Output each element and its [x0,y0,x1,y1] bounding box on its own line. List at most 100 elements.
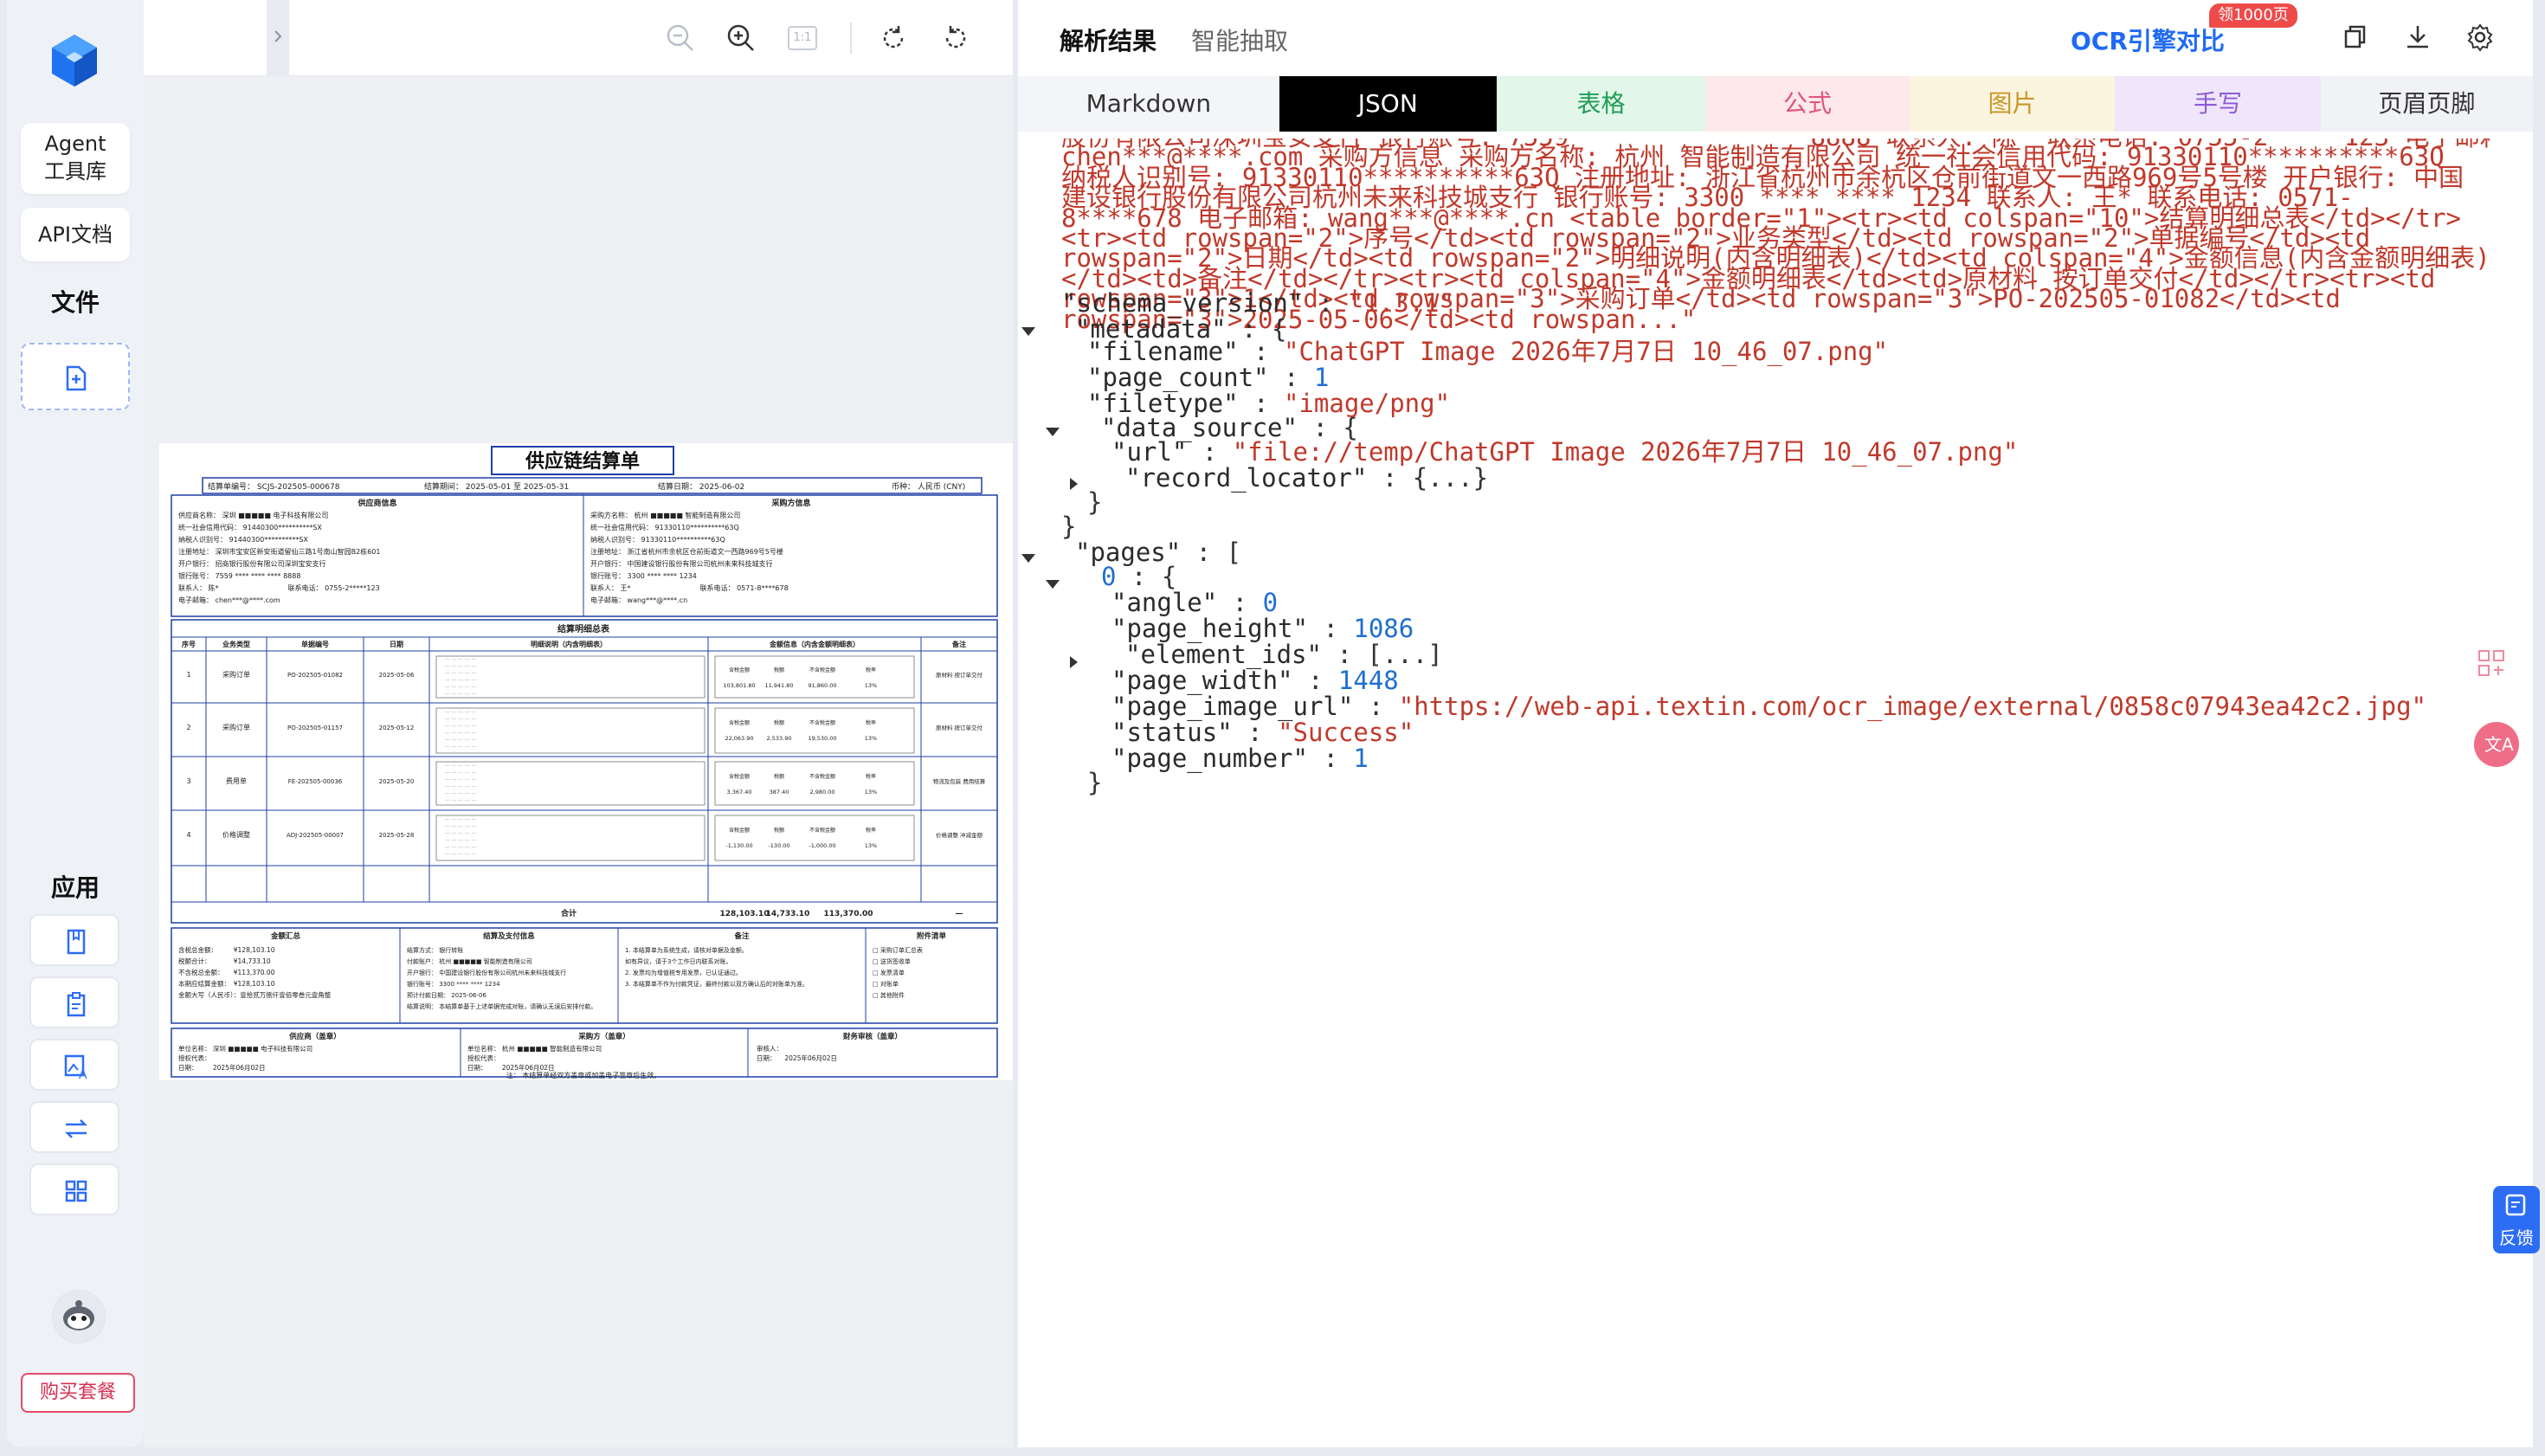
robot-avatar-icon[interactable] [52,1290,106,1343]
doc-detail-columns: 序号 业务类型 单据编号 日期 明细说明（内含明细表） 金额信息（内含金额明细表） 备注 [182,640,966,648]
doc-supplier-line: 注册地址： 深圳市宝安区新安街道留仙三路1号南山智园B2栋601 [178,547,380,556]
feedback-button[interactable]: 反馈 [2493,1186,2540,1253]
doc-amount-value: 387.40 [770,789,789,796]
doc-attach-line: □ 送货签收单 [873,957,911,965]
view-tab-页眉页脚[interactable]: 页眉页脚 [2320,76,2533,132]
api-docs-button[interactable]: API文档 [21,208,130,261]
document-page-preview[interactable]: 供应链结算单 结算单编号： SCJS-202505-000678 结算期间： 2… [159,443,1013,1080]
doc-sign-buyer-line: 单位名称： 杭州 ■■■■■ 智能制造有限公司 [467,1044,602,1053]
doc-row-note: 物流及包装 费用结算 [933,777,986,785]
doc-amount-head: 税率 [866,719,876,726]
image-text-icon[interactable]: A [29,1039,119,1091]
tab-parse-result[interactable]: 解析结果 [1060,23,1157,57]
json-viewer[interactable]: 股份有限公司深圳宝安支行 银行账号: 7559 **** **** **** 8… [1018,139,2490,1447]
doc-row-date: 2025-05-28 [379,832,415,839]
fit-1to1-icon[interactable]: 1:1 [788,26,817,50]
doc-sign-finance-line: 审核人： [757,1044,783,1053]
doc-row-index: 2 [186,724,190,731]
doc-supplier-line: 电子邮箱： chen***@****.com [178,596,280,604]
doc-detail-subline: ··· ··· ··· ··· ··· [445,791,476,797]
rotate-left-icon[interactable] [878,23,909,54]
view-tab-json[interactable]: JSON [1279,76,1497,132]
doc-supplier-line: 银行账号： 7559 **** **** **** 8888 [178,571,300,580]
doc-detail-subline: ··· ··· ··· ··· ··· [445,717,476,723]
app-logo-icon[interactable] [48,33,100,88]
doc-detail-subline: ··· ··· ··· ··· ··· [445,824,476,830]
doc-amount-value: -1,130.00 [725,842,752,849]
doc-sign-buyer-line: 日期： 2025年06月02日 [467,1063,555,1072]
doc-supplier-heading: 供应商信息 [357,498,396,508]
ocr-compare-link[interactable]: OCR引擎对比 [2071,23,2225,57]
expand-toggle-icon[interactable] [1070,478,1078,490]
doc-sign-supplier-line: 日期： 2025年06月02日 [178,1063,266,1072]
swap-icon[interactable] [29,1101,119,1153]
rotate-right-icon[interactable] [940,23,971,54]
doc-detail-subline: ··· ··· ··· ··· ··· [445,685,476,691]
viewer-toolbar: 1:1 [144,0,1013,76]
doc-attach-line: □ 发票清单 [873,969,905,976]
doc-row-index: 3 [186,777,190,785]
zoom-in-icon[interactable] [725,23,757,54]
view-tab-markdown[interactable]: Markdown [1018,76,1279,132]
view-tab-表格[interactable]: 表格 [1496,76,1706,132]
doc-row-number: ADJ-202505-00007 [287,832,344,839]
doc-sign-heading: 采购方（盖章） [577,1032,630,1041]
add-grid-icon[interactable] [2476,647,2507,679]
doc-amount-head: 税额 [774,827,784,834]
doc-column-header: 备注 [951,640,966,648]
doc-detail-subline: ··· ··· ··· ··· ··· [445,831,476,837]
doc-detail-subline: ··· ··· ··· ··· ··· [445,777,476,783]
view-tab-手写[interactable]: 手写 [2115,76,2321,132]
collapse-toggle-icon[interactable] [1046,428,1060,436]
doc-period: 结算期间： 2025-05-01 至 2025-05-31 [424,481,569,492]
doc-detail-subline: ··· ··· ··· ··· ··· [445,738,476,744]
expand-toggle-icon[interactable] [1070,656,1078,668]
doc-sign-heading: 供应商（盖章） [288,1032,341,1041]
tab-smart-extract[interactable]: 智能抽取 [1191,23,1288,57]
doc-pay-line: 结算说明： 本结算单基于上述单据完成对账，请确认无误后安排付款。 [407,1002,596,1010]
settings-gear-icon[interactable] [2465,23,2495,52]
doc-detail-subline: ··· ··· ··· ··· ··· [445,731,476,737]
clipboard-icon[interactable] [29,976,119,1028]
doc-amount-head: 不含税金额 [809,667,835,673]
doc-amount-head: 税额 [774,667,784,673]
doc-buyer-line: 纳税人识别号： 91330110**********63Q [590,535,725,544]
doc-amount-value: -130.00 [768,842,789,849]
doc-remark-line: 2. 发票均为增值税专用发票，已认证通过。 [625,969,742,976]
apps-heading: 应用 [50,873,100,902]
view-tab-公式[interactable]: 公式 [1705,76,1910,132]
new-file-button[interactable] [21,343,130,410]
copy-icon[interactable] [2341,23,2370,52]
collapse-sidebar-button[interactable] [267,0,289,76]
doc-bottom-heading: 附件清单 [917,931,947,941]
doc-amount-head: 不含税金额 [809,773,835,780]
json-line: "page_number" : 1 [1111,744,1369,773]
doc-amount-head: 含税金额 [729,719,750,726]
view-tab-图片[interactable]: 图片 [1909,76,2116,132]
buy-plan-button[interactable]: 购买套餐 [21,1373,135,1413]
doc-pay-line: 银行账号： 3300 **** **** 1234 [407,980,500,988]
doc-detail-subline: ··· ··· ··· ··· ··· [445,671,476,677]
doc-detail-subline: ··· ··· ··· ··· ··· [445,770,476,776]
collapse-toggle-icon[interactable] [1021,554,1035,563]
doc-detail-subline: ··· ··· ··· ··· ··· [445,852,476,858]
grid-icon[interactable] [29,1163,119,1215]
json-line: } [1087,768,1103,797]
doc-amount-value: -1,000.00 [809,842,835,849]
doc-total-cell: — [956,910,963,918]
translate-icon[interactable]: 文A [2474,722,2519,767]
doc-detail-rows: 1 采购订单 PO-202505-01082 2025-05-06含税金额 税额 不含税金… [186,657,985,858]
doc-detail-heading: 结算明细总表 [557,623,610,635]
agent-toolkit-button[interactable]: Agent 工具库 [21,123,130,194]
doc-amount-head: 含税金额 [729,773,750,780]
add-file-icon [66,365,87,391]
doc-total-cell: 14,733.10 [766,910,810,918]
collapse-toggle-icon[interactable] [1021,327,1035,336]
doc-row-type: 价格调整 [222,830,250,839]
zoom-out-icon[interactable] [665,23,696,54]
download-icon[interactable] [2403,23,2432,52]
collapse-toggle-icon[interactable] [1046,580,1060,589]
app-window: Agent 工具库 API文档 文件 应用 A 购买套餐 1:1 供应链结算单 … [0,0,2545,1456]
doc-amount-value: 3,367.40 [727,789,752,796]
book-icon[interactable] [29,914,119,966]
